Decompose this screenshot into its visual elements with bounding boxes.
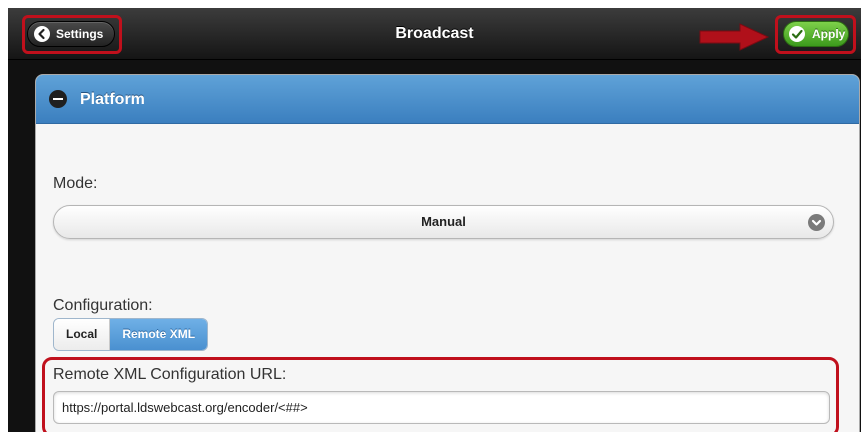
content-area: Platform Mode: Manual Configuration: Loc… — [8, 61, 861, 432]
mode-select[interactable]: Manual — [53, 205, 834, 239]
mode-label: Mode: — [53, 175, 98, 192]
chevron-down-icon — [808, 214, 825, 231]
configuration-option-local[interactable]: Local — [54, 319, 111, 350]
mode-select-value: Manual — [421, 214, 466, 229]
platform-panel-title: Platform — [80, 91, 145, 108]
configuration-segmented-control: Local Remote XML — [53, 318, 209, 351]
collapse-minus-icon — [49, 90, 67, 108]
header-bar: Broadcast Settings Apply — [8, 8, 861, 60]
app-frame: Broadcast Settings Apply Platform Mode: — [8, 8, 861, 432]
platform-panel-header[interactable]: Platform — [36, 75, 859, 124]
red-arrow-annotation — [699, 23, 770, 51]
configuration-label: Configuration: — [53, 297, 153, 314]
configuration-option-remote-xml[interactable]: Remote XML — [110, 319, 208, 350]
platform-panel: Platform Mode: Manual Configuration: Loc… — [35, 74, 860, 432]
url-label: Remote XML Configuration URL: — [53, 366, 287, 383]
remote-xml-url-input[interactable]: https://portal.ldswebcast.org/encoder/<#… — [53, 391, 830, 424]
highlight-box-back — [22, 15, 122, 54]
highlight-box-apply — [775, 15, 856, 54]
